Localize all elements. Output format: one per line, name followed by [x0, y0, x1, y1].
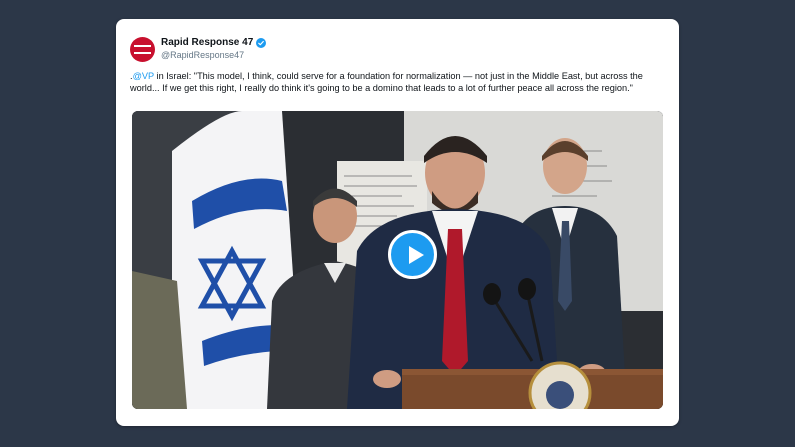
author-display-name[interactable]: Rapid Response 47: [161, 37, 253, 49]
author-info: Rapid Response 47 @RapidResponse47: [161, 37, 267, 61]
video-player[interactable]: [132, 111, 663, 409]
tweet-text: .@VP in Israel: "This model, I think, co…: [130, 70, 662, 94]
author-name-row: Rapid Response 47: [161, 37, 267, 49]
avatar-seal-icon: [134, 44, 151, 54]
avatar[interactable]: [130, 36, 155, 62]
tweet-header: Rapid Response 47 @RapidResponse47: [130, 33, 267, 65]
play-button[interactable]: [388, 230, 437, 279]
tweet-card[interactable]: Rapid Response 47 @RapidResponse47 .@VP …: [116, 19, 679, 426]
tweet-text-body: in Israel: "This model, I think, could s…: [130, 71, 643, 93]
author-handle[interactable]: @RapidResponse47: [161, 49, 266, 61]
mention-link[interactable]: @VP: [133, 71, 154, 81]
play-icon: [409, 246, 424, 264]
verified-badge-icon: [256, 38, 267, 48]
